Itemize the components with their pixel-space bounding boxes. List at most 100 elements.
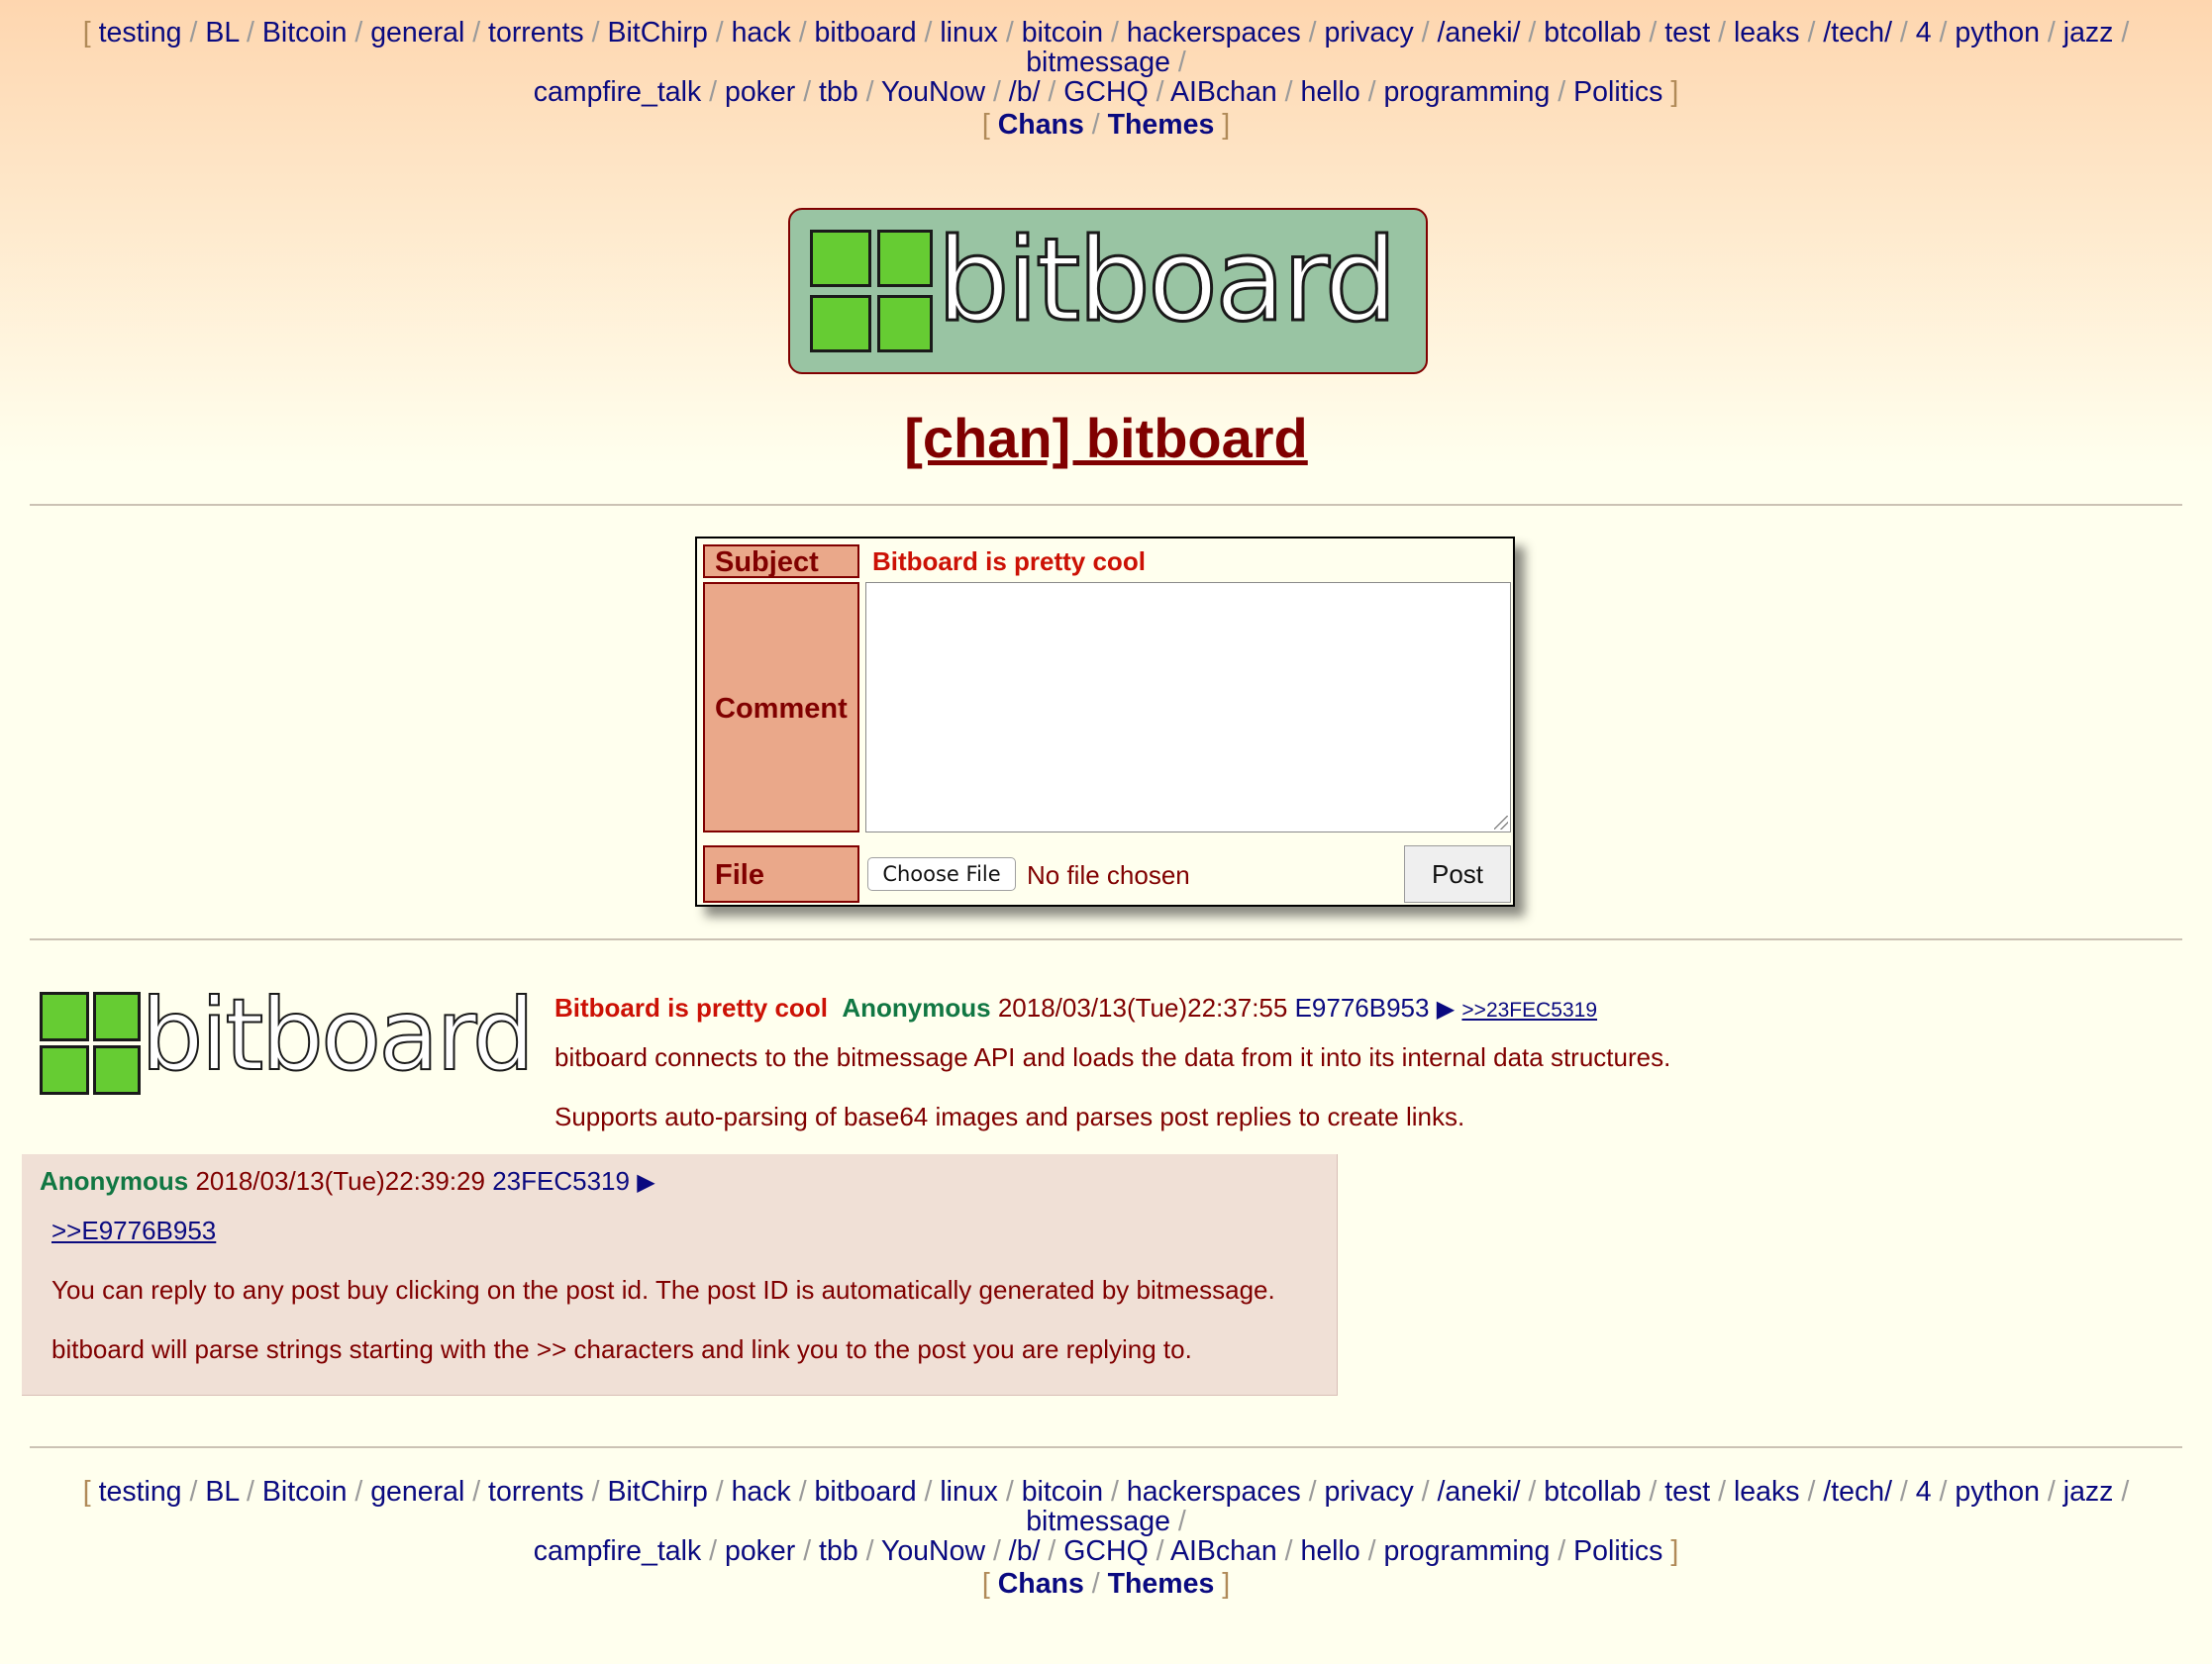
board-link[interactable]: 4 [1916, 17, 1932, 49]
reply-post-intro: Anonymous 2018/03/13(Tue)22:39:29 23FEC5… [40, 1166, 655, 1197]
board-link[interactable]: testing [99, 1476, 182, 1508]
board-link[interactable]: bitboard [815, 1476, 917, 1508]
board-link[interactable]: /b/ [1009, 76, 1041, 108]
page-title[interactable]: [chan] bitboard [0, 406, 2212, 470]
board-link[interactable]: privacy [1324, 1476, 1413, 1508]
board-link[interactable]: YouNow [881, 1535, 985, 1567]
thumb-square-tr [93, 992, 141, 1041]
board-link[interactable]: BL [205, 17, 239, 49]
board-link[interactable]: hello [1300, 76, 1359, 108]
board-link[interactable]: bitmessage [1026, 47, 1170, 78]
board-link[interactable]: hack [732, 1476, 791, 1508]
board-link[interactable]: btcollab [1544, 17, 1641, 49]
top-boardlist: [ testing / BL / Bitcoin / general / tor… [30, 18, 2182, 107]
op-reply-backlink[interactable]: >>23FEC5319 [1461, 999, 1597, 1022]
board-link[interactable]: linux [940, 17, 998, 49]
reply-body-line: You can reply to any post buy clicking o… [51, 1275, 1275, 1305]
board-link[interactable]: general [370, 1476, 464, 1508]
separator: / [472, 1476, 481, 1508]
board-link[interactable]: bitboard [815, 17, 917, 49]
separator: / [1048, 76, 1056, 108]
board-link[interactable]: /tech/ [1823, 17, 1892, 49]
board-link[interactable]: test [1664, 17, 1710, 49]
board-link[interactable]: /aneki/ [1438, 17, 1521, 49]
comment-textarea[interactable] [865, 582, 1511, 832]
board-link[interactable]: python [1955, 17, 2040, 49]
board-link[interactable]: BitChirp [607, 17, 707, 49]
board-link[interactable]: YouNow [881, 76, 985, 108]
bottom-meta-links: [ Chans / Themes ] [0, 1568, 2212, 1601]
board-link[interactable]: 4 [1916, 1476, 1932, 1508]
board-link[interactable]: python [1955, 1476, 2040, 1508]
themes-link[interactable]: Themes [1108, 109, 1215, 141]
separator: / [709, 1535, 718, 1567]
board-link[interactable]: AIBchan [1170, 1535, 1277, 1567]
board-link[interactable]: programming [1383, 76, 1550, 108]
board-link[interactable]: bitcoin [1022, 1476, 1103, 1508]
board-link[interactable]: hackerspaces [1127, 17, 1301, 49]
board-link[interactable]: bitcoin [1022, 17, 1103, 49]
board-link[interactable]: poker [725, 76, 795, 108]
board-link[interactable]: GCHQ [1063, 1535, 1149, 1567]
separator: / [247, 17, 254, 49]
chans-link[interactable]: Chans [998, 1568, 1084, 1600]
op-post-id[interactable]: E9776B953 [1295, 993, 1430, 1023]
choose-file-button[interactable]: Choose File [867, 857, 1016, 891]
separator: / [247, 1476, 254, 1508]
separator: / [715, 1476, 724, 1508]
subject-field[interactable]: Bitboard is pretty cool [872, 546, 1146, 577]
board-link[interactable]: BitChirp [607, 1476, 707, 1508]
separator: / [1421, 17, 1430, 49]
reply-quote-link[interactable]: >>E9776B953 [51, 1216, 216, 1246]
board-link[interactable]: GCHQ [1063, 76, 1149, 108]
board-link[interactable]: jazz [2063, 17, 2114, 49]
reply-post-id[interactable]: 23FEC5319 [492, 1166, 630, 1196]
board-link[interactable]: testing [99, 17, 182, 49]
separator: / [1528, 17, 1537, 49]
board-link[interactable]: campfire_talk [534, 1535, 701, 1567]
board-link[interactable]: /b/ [1009, 1535, 1041, 1567]
board-link[interactable]: programming [1383, 1535, 1550, 1567]
resize-handle-icon[interactable] [1494, 816, 1508, 830]
op-image-thumbnail[interactable]: bitboard [38, 985, 541, 1097]
board-link[interactable]: Bitcoin [262, 1476, 348, 1508]
triangle-right-icon[interactable]: ▶ [1437, 996, 1455, 1023]
board-link[interactable]: general [370, 17, 464, 49]
separator: / [1807, 1476, 1816, 1508]
board-link[interactable]: Bitcoin [262, 17, 348, 49]
board-link[interactable]: AIBchan [1170, 76, 1277, 108]
board-link[interactable]: jazz [2063, 1476, 2114, 1508]
post-button[interactable]: Post [1404, 845, 1511, 903]
board-link[interactable]: btcollab [1544, 1476, 1641, 1508]
board-link[interactable]: torrents [488, 17, 584, 49]
board-link[interactable]: /aneki/ [1438, 1476, 1521, 1508]
board-link[interactable]: /tech/ [1823, 1476, 1892, 1508]
board-link[interactable]: bitmessage [1026, 1506, 1170, 1537]
board-link[interactable]: linux [940, 1476, 998, 1508]
board-link[interactable]: campfire_talk [534, 76, 701, 108]
board-link[interactable]: test [1664, 1476, 1710, 1508]
board-link[interactable]: BL [205, 1476, 239, 1508]
reply-name: Anonymous [40, 1166, 189, 1196]
separator: / [1939, 17, 1948, 49]
board-link[interactable]: torrents [488, 1476, 584, 1508]
bracket-close: ] [1670, 1535, 1679, 1567]
triangle-right-icon[interactable]: ▶ [637, 1169, 654, 1196]
separator: / [1807, 17, 1816, 49]
board-link[interactable]: poker [725, 1535, 795, 1567]
board-link[interactable]: tbb [819, 76, 858, 108]
separator: / [1718, 1476, 1727, 1508]
separator: / [803, 76, 812, 108]
board-link[interactable]: tbb [819, 1535, 858, 1567]
themes-link[interactable]: Themes [1108, 1568, 1215, 1600]
chans-link[interactable]: Chans [998, 109, 1084, 141]
board-link[interactable]: leaks [1734, 1476, 1800, 1508]
board-link[interactable]: Politics [1573, 1535, 1662, 1567]
board-link[interactable]: leaks [1734, 17, 1800, 49]
separator: / [803, 1535, 812, 1567]
board-link[interactable]: hackerspaces [1127, 1476, 1301, 1508]
board-link[interactable]: hack [732, 17, 791, 49]
board-link[interactable]: privacy [1324, 17, 1413, 49]
board-link[interactable]: hello [1300, 1535, 1359, 1567]
board-link[interactable]: Politics [1573, 76, 1662, 108]
